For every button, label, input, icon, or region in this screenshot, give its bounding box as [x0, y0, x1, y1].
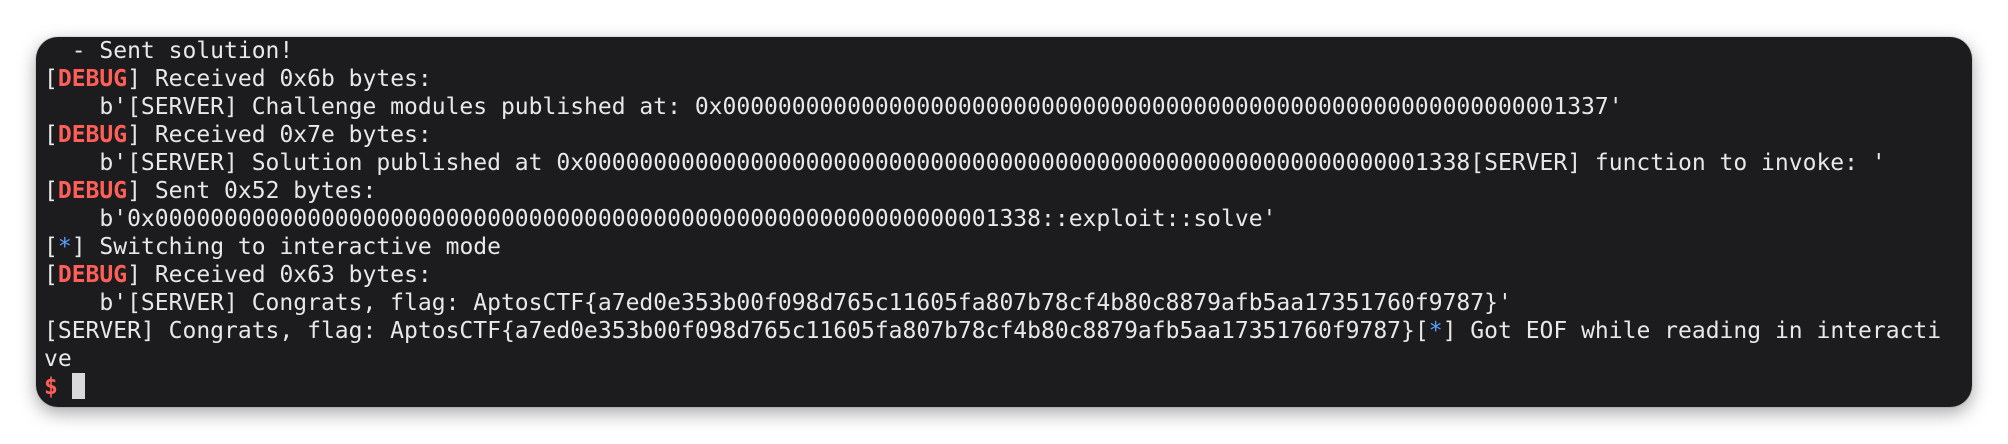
line-text: Received 0x7e bytes: [140, 122, 432, 148]
terminal-line: - Sent solution! [44, 37, 1964, 65]
terminal-line: b'0x000000000000000000000000000000000000… [44, 205, 1964, 233]
debug-tag: DEBUG [57, 122, 128, 148]
terminal-line: [*] Switching to interactive mode [44, 233, 1964, 261]
debug-tag: DEBUG [57, 66, 128, 92]
line-text: Received 0x63 bytes: [140, 262, 432, 288]
bracket-open: [ [44, 262, 58, 288]
terminal-line: [DEBUG] Received 0x7e bytes: [44, 121, 1964, 149]
line-text: Sent 0x52 bytes: [140, 178, 377, 204]
bracket-close: ] [127, 122, 141, 148]
shell-prompt: $ [44, 374, 72, 400]
bracket-close: ] [127, 66, 141, 92]
line-text: b'0x000000000000000000000000000000000000… [44, 206, 1277, 232]
bracket-close: ] [127, 262, 141, 288]
text-cursor [71, 373, 85, 399]
bracket-open: [ [44, 122, 58, 148]
line-text-continued: Got EOF while reading in interacti [1456, 318, 1942, 344]
line-text: - Sent solution! [44, 38, 294, 64]
line-text: [SERVER] Congrats, flag: AptosCTF{a7ed0e… [44, 318, 1415, 344]
info-star: * [57, 234, 72, 260]
terminal-line: [DEBUG] Sent 0x52 bytes: [44, 177, 1964, 205]
bracket-open: [ [44, 234, 58, 260]
bracket-open: [ [44, 178, 58, 204]
bracket-close: ] [71, 234, 86, 260]
debug-tag: DEBUG [57, 178, 128, 204]
bracket-open: [ [44, 66, 58, 92]
info-star: * [1428, 318, 1443, 344]
terminal-line: b'[SERVER] Congrats, flag: AptosCTF{a7ed… [44, 289, 1964, 317]
terminal-line: b'[SERVER] Solution published at 0x00000… [44, 149, 1964, 177]
terminal-line: [SERVER] Congrats, flag: AptosCTF{a7ed0e… [44, 317, 1964, 345]
terminal-window[interactable]: - Sent solution! [DEBUG] Received 0x6b b… [36, 37, 1972, 407]
line-text: ve [44, 346, 72, 372]
terminal-line: [DEBUG] Received 0x6b bytes: [44, 65, 1964, 93]
terminal-line: b'[SERVER] Challenge modules published a… [44, 93, 1964, 121]
bracket-open: [ [1414, 318, 1429, 344]
terminal-line: ve [44, 345, 1964, 373]
terminal-line: [DEBUG] Received 0x63 bytes: [44, 261, 1964, 289]
bracket-close: ] [127, 178, 141, 204]
line-text: Switching to interactive mode [85, 234, 501, 260]
terminal-output: - Sent solution! [DEBUG] Received 0x6b b… [44, 37, 1964, 401]
debug-tag: DEBUG [57, 262, 128, 288]
line-text: b'[SERVER] Solution published at 0x00000… [44, 150, 1886, 176]
line-text: b'[SERVER] Challenge modules published a… [44, 94, 1623, 120]
bracket-close: ] [1442, 318, 1457, 344]
line-text: b'[SERVER] Congrats, flag: AptosCTF{a7ed… [44, 290, 1512, 316]
prompt-line[interactable]: $ [44, 373, 1964, 401]
line-text: Received 0x6b bytes: [140, 66, 432, 92]
